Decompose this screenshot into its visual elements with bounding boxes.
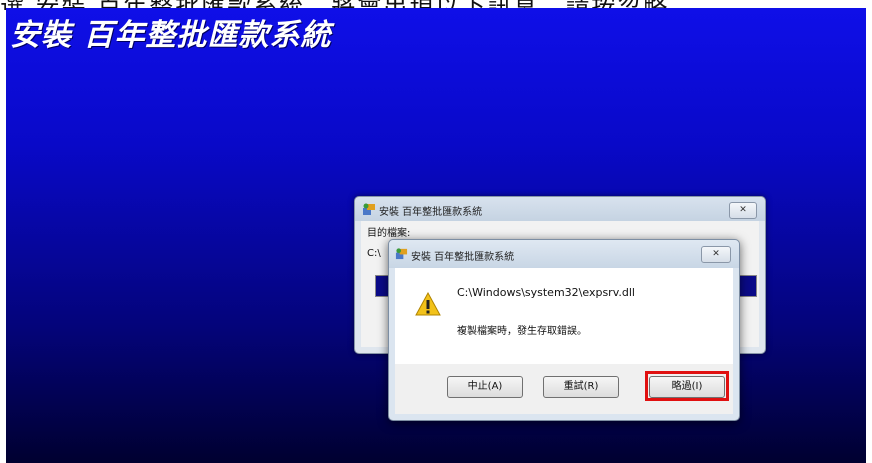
error-file-path: C:\Windows\system32\expsrv.dll [457,286,635,299]
abort-button[interactable]: 中止(A) [447,376,523,398]
warning-icon [415,292,441,316]
error-dialog-body: C:\Windows\system32\expsrv.dll 複製檔案時，發生存… [395,268,733,364]
installer-app-icon [363,203,375,215]
error-dialog-button-bar: 中止(A) 重試(R) 略過(I) [395,364,733,414]
error-message: 複製檔案時，發生存取錯誤。 [457,326,587,337]
progress-window-close-button[interactable]: ✕ [729,202,757,219]
destination-file-label: 目的檔案: [367,228,411,239]
ignore-button-highlight [645,371,729,401]
installer-title: 安裝 百年整批匯款系統 [10,18,332,53]
error-dialog-close-button[interactable]: ✕ [701,246,731,263]
progress-window-title: 安裝 百年整批匯款系統 [379,207,483,218]
error-dialog-titlebar[interactable]: 安裝 百年整批匯款系統 ✕ [389,240,739,268]
retry-button[interactable]: 重試(R) [543,376,619,398]
installer-app-icon [395,248,408,260]
error-dialog-title: 安裝 百年整批匯款系統 [411,252,515,263]
error-dialog: 安裝 百年整批匯款系統 ✕ C:\Windows\system32\expsrv… [388,239,740,421]
destination-file-path: C:\ [367,248,381,259]
progress-window-titlebar[interactable]: 安裝 百年整批匯款系統 ✕ [355,197,765,221]
installer-background: 安裝 百年整批匯款系統 安裝 百年整批匯款系統 ✕ 目的檔案: C:\ 安裝 百… [6,8,866,463]
